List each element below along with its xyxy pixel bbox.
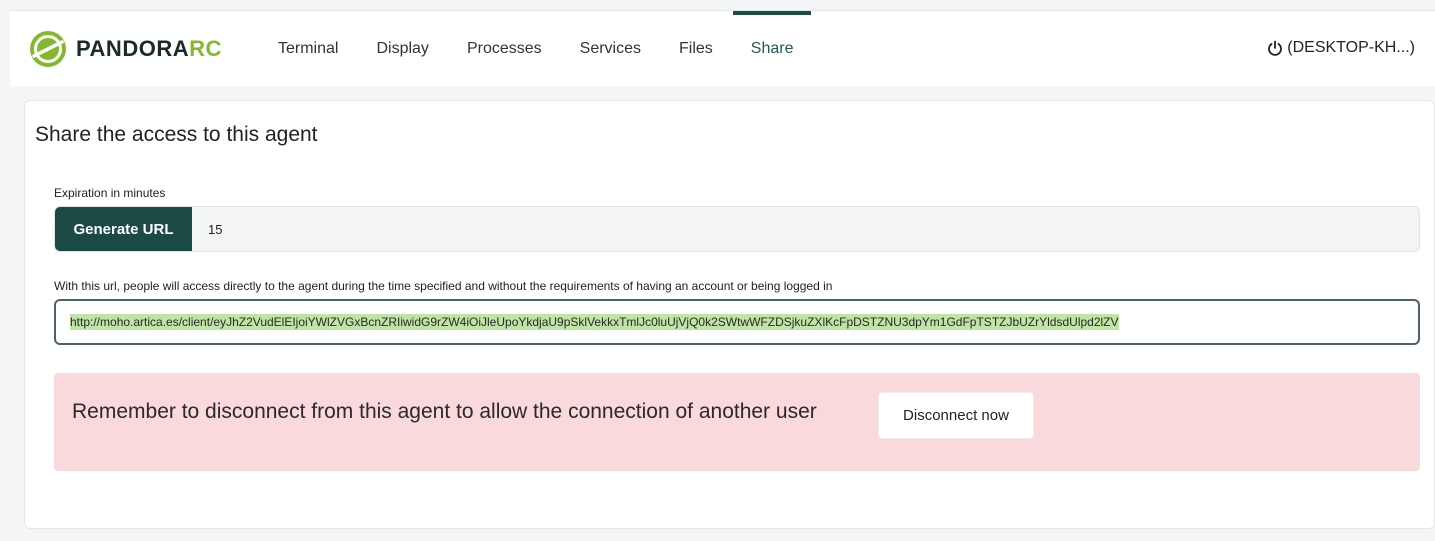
expiration-label: Expiration in minutes: [54, 186, 166, 200]
tab-display-label: Display: [376, 40, 429, 57]
tab-terminal-label: Terminal: [278, 40, 339, 57]
tab-files[interactable]: Files: [679, 11, 713, 87]
disconnect-now-button[interactable]: Disconnect now: [878, 392, 1034, 439]
tab-display[interactable]: Display: [376, 11, 428, 87]
disconnect-alert-message: Remember to disconnect from this agent t…: [72, 400, 817, 423]
tab-processes[interactable]: Processes: [467, 11, 542, 87]
url-description: With this url, people will access direct…: [54, 279, 833, 293]
pandorarc-logo[interactable]: PANDORARC: [28, 29, 222, 69]
tab-processes-label: Processes: [466, 40, 542, 57]
tab-services[interactable]: Services: [580, 11, 641, 87]
share-url-field[interactable]: http://moho.artica.es/client/eyJhZ2VudEl…: [54, 299, 1420, 345]
main-nav: Terminal Display Processes Services File…: [260, 11, 812, 87]
tab-share-label: Share: [750, 40, 794, 57]
power-icon: [1268, 40, 1283, 56]
agent-name: (DESKTOP-KH...): [1287, 39, 1415, 56]
tab-files-label: Files: [679, 40, 713, 57]
expiration-minutes-input[interactable]: [200, 209, 1400, 249]
tab-terminal[interactable]: Terminal: [278, 11, 338, 87]
generate-url-row: Generate URL: [54, 206, 1420, 252]
share-card: Share the access to this agent Expiratio…: [24, 100, 1435, 529]
generate-url-button[interactable]: Generate URL: [55, 207, 192, 251]
top-navigation-bar: PANDORARC Terminal Display Processes Ser…: [10, 10, 1435, 86]
agent-user-menu[interactable]: (DESKTOP-KH...): [1267, 39, 1415, 57]
pandora-logo-icon: [30, 31, 66, 67]
share-url-text[interactable]: http://moho.artica.es/client/eyJhZ2VudEl…: [70, 314, 1119, 330]
disconnect-alert: Remember to disconnect from this agent t…: [54, 373, 1420, 471]
logo-text: PANDORARC: [76, 36, 222, 61]
page-title: Share the access to this agent: [35, 123, 318, 146]
tab-share[interactable]: Share: [732, 11, 812, 87]
tab-services-label: Services: [579, 40, 641, 57]
